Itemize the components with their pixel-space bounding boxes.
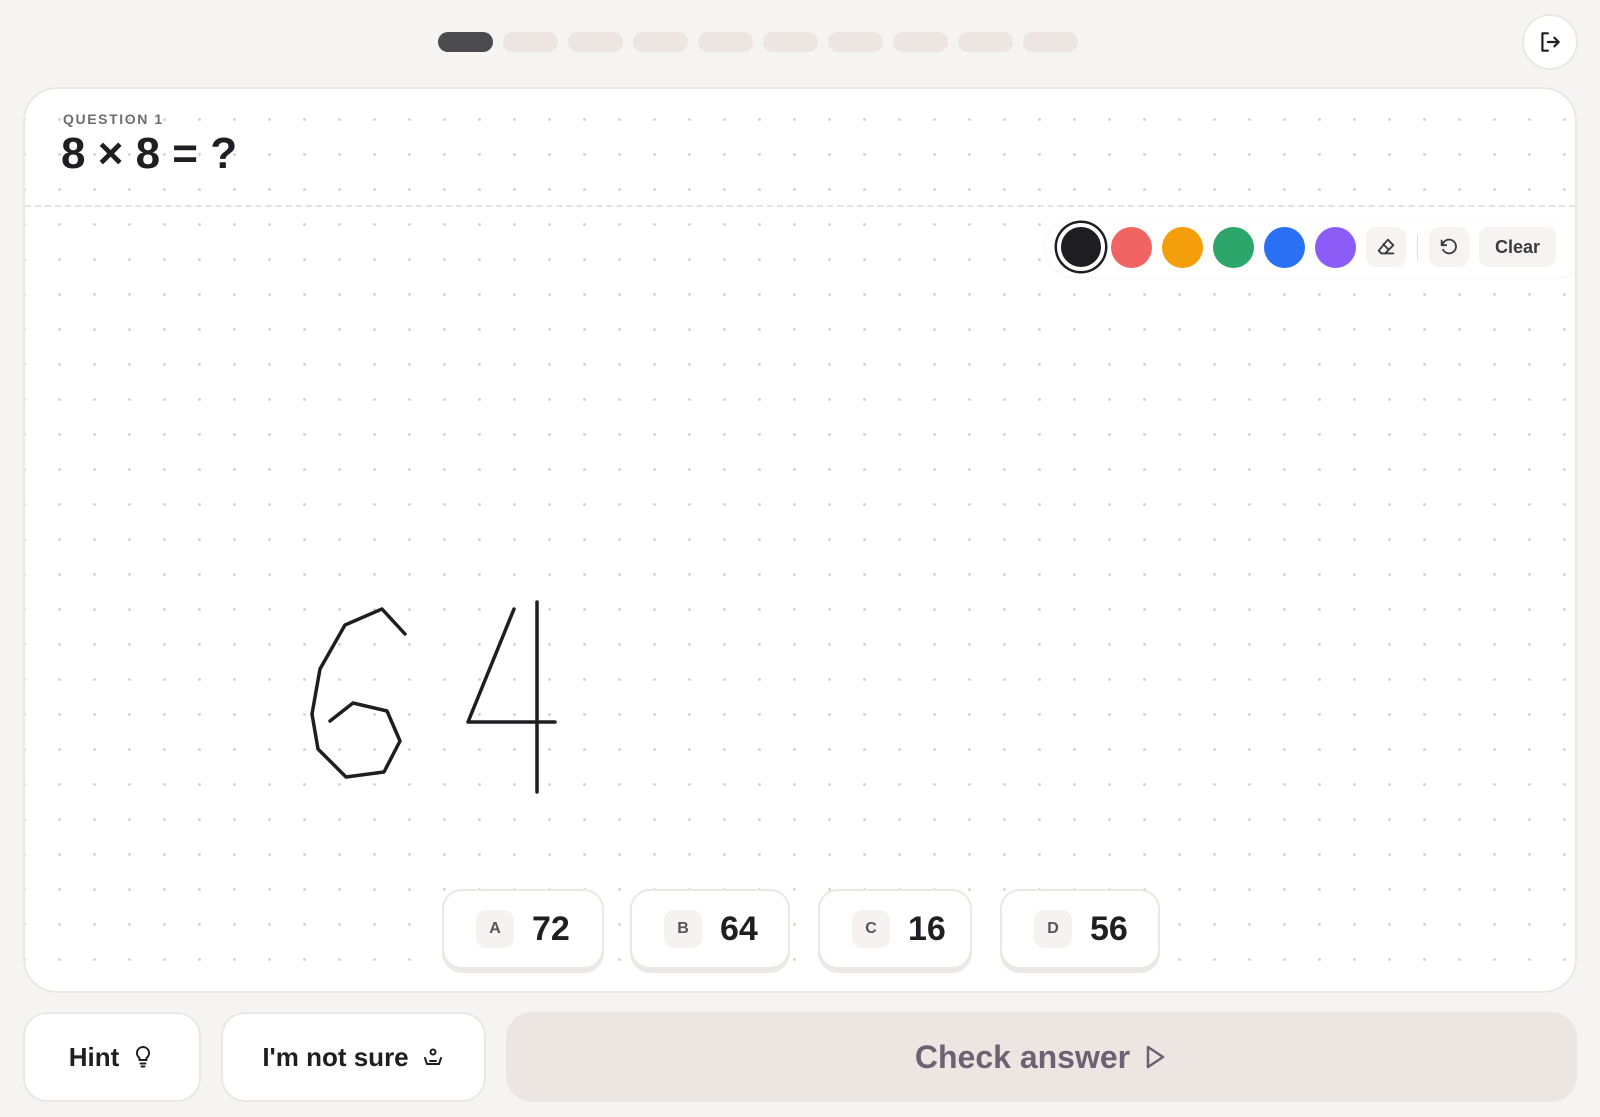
- exit-button[interactable]: [1522, 14, 1578, 70]
- progress-segment: [568, 32, 623, 52]
- answer-value: 64: [720, 909, 758, 948]
- color-swatch-green[interactable]: [1213, 226, 1254, 268]
- answer-value: 72: [532, 909, 570, 948]
- answer-options: A 72 B 64 C 16 D 56: [25, 889, 1575, 971]
- answer-option-a[interactable]: A 72: [442, 889, 604, 969]
- answer-option-b[interactable]: B 64: [630, 889, 790, 969]
- progress-segment: [698, 32, 753, 52]
- scribble-stroke-four-diagonal: [466, 607, 557, 724]
- eraser-icon: [1377, 238, 1395, 255]
- answer-letter: D: [1034, 910, 1072, 948]
- progress-segment: [763, 32, 818, 52]
- color-swatch-purple[interactable]: [1315, 226, 1356, 268]
- toolbar-divider: [1417, 234, 1418, 260]
- answer-value: 56: [1090, 909, 1128, 948]
- color-swatch-red[interactable]: [1111, 226, 1152, 268]
- scribble-stroke-six: [310, 607, 407, 779]
- undo-icon: [1440, 238, 1457, 255]
- hint-button[interactable]: Hint: [23, 1012, 201, 1102]
- exit-icon: [1541, 32, 1560, 52]
- eraser-button[interactable]: [1366, 227, 1406, 267]
- clear-button[interactable]: Clear: [1479, 227, 1557, 267]
- not-sure-label: I'm not sure: [262, 1041, 409, 1072]
- progress-segment: [503, 32, 558, 52]
- question-card: QUESTION 1 8 × 8 = ? Clear A 72 B 64 C 1…: [23, 87, 1577, 993]
- answer-value: 16: [908, 909, 946, 948]
- check-answer-label: Check answer: [914, 1038, 1131, 1075]
- check-answer-button[interactable]: Check answer: [506, 1012, 1577, 1102]
- undo-button[interactable]: [1429, 227, 1469, 267]
- not-sure-button[interactable]: I'm not sure: [221, 1012, 486, 1102]
- progress-segment: [633, 32, 688, 52]
- color-swatch-black[interactable]: [1057, 223, 1105, 271]
- progress-segment: [958, 32, 1013, 52]
- drawing-toolbar: Clear: [1046, 217, 1575, 277]
- progress-segment: [1023, 32, 1078, 52]
- answer-option-d[interactable]: D 56: [1000, 889, 1160, 969]
- color-swatch-orange[interactable]: [1162, 226, 1203, 268]
- answer-option-c[interactable]: C 16: [818, 889, 972, 969]
- play-icon: [1142, 1043, 1168, 1071]
- progress-segment: [828, 32, 883, 52]
- lightbulb-icon: [131, 1044, 155, 1070]
- progress-bar: [438, 32, 1078, 52]
- answer-letter: A: [476, 910, 514, 948]
- color-swatch-blue[interactable]: [1264, 226, 1305, 268]
- hint-label: Hint: [68, 1041, 120, 1072]
- answer-letter: B: [664, 910, 702, 948]
- answer-letter: C: [852, 910, 890, 948]
- progress-segment: [893, 32, 948, 52]
- person-icon: [421, 1045, 445, 1069]
- progress-segment-current: [438, 32, 493, 52]
